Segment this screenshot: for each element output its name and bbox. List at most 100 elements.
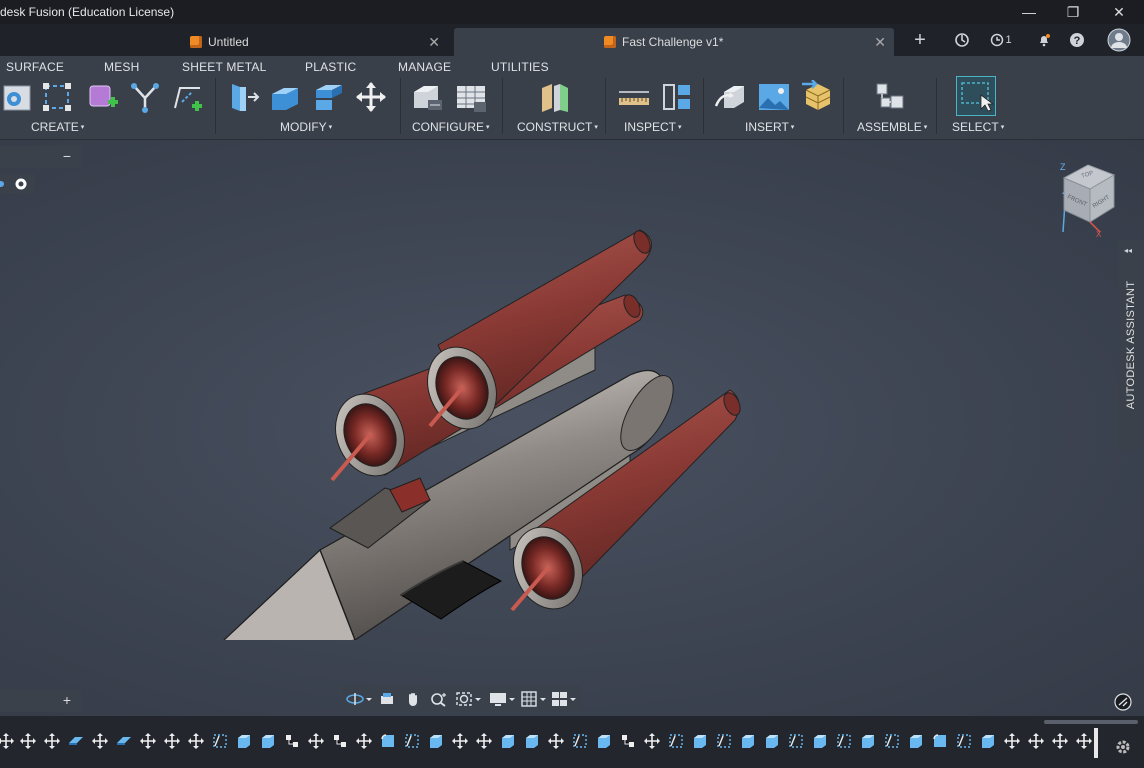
tab-manage[interactable]: MANAGE bbox=[398, 60, 451, 74]
display-settings-icon[interactable] bbox=[488, 689, 518, 709]
timeline-component-icon[interactable] bbox=[330, 730, 350, 752]
timeline-sketch-icon[interactable] bbox=[882, 730, 902, 752]
timeline-body-icon[interactable] bbox=[738, 730, 758, 752]
timeline-scrollbar[interactable] bbox=[1044, 720, 1138, 724]
timeline-move-icon[interactable] bbox=[90, 730, 110, 752]
timeline-body-icon[interactable] bbox=[978, 730, 998, 752]
timeline-move-icon[interactable] bbox=[42, 730, 62, 752]
timeline-extrude-icon[interactable] bbox=[114, 730, 134, 752]
grid-settings-icon[interactable] bbox=[520, 689, 550, 709]
timeline-component-icon[interactable] bbox=[618, 730, 638, 752]
loose-panel[interactable] bbox=[395, 555, 505, 625]
measure-tool-icon[interactable] bbox=[617, 80, 651, 114]
tab-sheet-metal[interactable]: SHEET METAL bbox=[182, 60, 266, 74]
timeline-move-icon[interactable] bbox=[642, 730, 662, 752]
timeline-component-icon[interactable] bbox=[282, 730, 302, 752]
help-icon[interactable]: ? bbox=[1067, 30, 1087, 50]
timeline-move-icon[interactable] bbox=[18, 730, 38, 752]
orbit-icon[interactable] bbox=[344, 689, 374, 709]
group-modify-label[interactable]: MODIFY ▾ bbox=[280, 120, 332, 134]
timeline-sketch-icon[interactable] bbox=[570, 730, 590, 752]
tab-fast-challenge[interactable]: Fast Challenge v1* ✕ bbox=[454, 28, 894, 56]
autodesk-assistant-panel[interactable]: ◂◂ AUTODESK ASSISTANT bbox=[1118, 240, 1144, 450]
extensions-icon[interactable] bbox=[952, 30, 972, 50]
timeline-sketch-icon[interactable] bbox=[402, 730, 422, 752]
timeline-extrude-icon[interactable] bbox=[66, 730, 86, 752]
fit-icon[interactable] bbox=[454, 689, 484, 709]
collapse-browser-button[interactable]: − bbox=[63, 148, 71, 164]
new-component-icon[interactable] bbox=[873, 80, 907, 114]
timeline-body-icon[interactable] bbox=[810, 730, 830, 752]
comments-panel-header[interactable]: + bbox=[0, 690, 81, 712]
tab-utilities[interactable]: UTILITIES bbox=[491, 60, 549, 74]
insert-mesh-icon[interactable] bbox=[800, 80, 834, 114]
minimize-button[interactable]: — bbox=[1006, 0, 1052, 24]
add-comment-button[interactable]: + bbox=[63, 692, 71, 708]
restore-button[interactable]: ❐ bbox=[1050, 0, 1096, 24]
group-construct-label[interactable]: CONSTRUCT ▾ bbox=[517, 120, 598, 134]
timeline-marker[interactable] bbox=[1094, 728, 1098, 758]
timeline-body-icon[interactable] bbox=[498, 730, 518, 752]
group-create-label[interactable]: CREATE ▾ bbox=[31, 120, 84, 134]
viewports-icon[interactable] bbox=[550, 689, 580, 709]
timeline-move-icon[interactable] bbox=[354, 730, 374, 752]
timeline-body-icon[interactable] bbox=[690, 730, 710, 752]
fillet-tool-icon[interactable] bbox=[268, 80, 302, 114]
timeline-sketch-icon[interactable] bbox=[954, 730, 974, 752]
select-tool-icon[interactable] bbox=[956, 76, 996, 116]
notifications-bell-icon[interactable] bbox=[1034, 30, 1054, 50]
timeline-body-icon[interactable] bbox=[906, 730, 926, 752]
configure-tool-icon[interactable] bbox=[410, 80, 444, 114]
timeline-body-icon[interactable] bbox=[858, 730, 878, 752]
timeline-body-icon[interactable] bbox=[522, 730, 542, 752]
timeline-body-icon[interactable] bbox=[594, 730, 614, 752]
zoom-icon[interactable] bbox=[428, 689, 450, 709]
timeline-body-icon[interactable] bbox=[762, 730, 782, 752]
group-inspect-label[interactable]: INSPECT ▾ bbox=[624, 120, 682, 134]
capture-icon[interactable] bbox=[1114, 693, 1132, 711]
timeline-move-icon[interactable] bbox=[186, 730, 206, 752]
timeline-move-icon[interactable] bbox=[450, 730, 470, 752]
timeline-sketch-icon[interactable] bbox=[834, 730, 854, 752]
look-at-icon[interactable] bbox=[376, 689, 398, 709]
browser-panel-header[interactable]: − bbox=[0, 146, 81, 168]
viewcube-icon[interactable]: Z TOP FRONT RIGHT X bbox=[1052, 158, 1124, 238]
timeline-move-icon[interactable] bbox=[138, 730, 158, 752]
tab-plastic[interactable]: PLASTIC bbox=[305, 60, 356, 74]
timeline-move-icon[interactable] bbox=[1002, 730, 1022, 752]
user-avatar[interactable] bbox=[1106, 27, 1132, 53]
timeline-sketch-icon[interactable] bbox=[666, 730, 686, 752]
group-select-label[interactable]: SELECT ▾ bbox=[952, 120, 1004, 134]
timeline-sketch-icon[interactable] bbox=[786, 730, 806, 752]
timeline-move-icon[interactable] bbox=[306, 730, 326, 752]
shell-tool-icon[interactable] bbox=[312, 80, 346, 114]
timeline-settings-gear-icon[interactable] bbox=[1112, 736, 1134, 758]
create-form-tool-icon[interactable] bbox=[86, 80, 120, 114]
timeline-fillet-icon[interactable] bbox=[378, 730, 398, 752]
timeline-move-icon[interactable] bbox=[546, 730, 566, 752]
3d-viewport[interactable]: − Z TOP FRONT RIGHT X ◂◂ AUTODESK ASSIST… bbox=[0, 140, 1144, 716]
timeline-move-icon[interactable] bbox=[1074, 730, 1094, 752]
tab-untitled[interactable]: Untitled ✕ bbox=[182, 28, 448, 56]
timeline-body-icon[interactable] bbox=[258, 730, 278, 752]
close-tab-icon[interactable]: ✕ bbox=[874, 34, 886, 51]
timeline-move-icon[interactable] bbox=[1026, 730, 1046, 752]
group-insert-label[interactable]: INSERT ▾ bbox=[745, 120, 794, 134]
timeline-fillet-icon[interactable] bbox=[930, 730, 950, 752]
timeline-sketch-icon[interactable] bbox=[210, 730, 230, 752]
insert-derive-icon[interactable] bbox=[714, 80, 748, 114]
section-analysis-icon[interactable] bbox=[660, 80, 694, 114]
timeline-body-icon[interactable] bbox=[426, 730, 446, 752]
configuration-table-icon[interactable] bbox=[454, 80, 488, 114]
group-configure-label[interactable]: CONFIGURE ▾ bbox=[412, 120, 490, 134]
create-sketch-tool-icon[interactable] bbox=[170, 80, 204, 114]
job-status-icon[interactable]: 1 bbox=[988, 30, 1014, 50]
sketch-dimension-tool-icon[interactable] bbox=[40, 80, 74, 114]
offset-plane-icon[interactable] bbox=[538, 80, 572, 114]
tab-mesh[interactable]: MESH bbox=[104, 60, 139, 74]
timeline-body-icon[interactable] bbox=[234, 730, 254, 752]
new-tab-button[interactable]: + bbox=[910, 29, 930, 51]
close-tab-icon[interactable]: ✕ bbox=[428, 34, 440, 51]
group-assemble-label[interactable]: ASSEMBLE ▾ bbox=[857, 120, 927, 134]
revolve-tool-icon[interactable] bbox=[0, 80, 34, 114]
